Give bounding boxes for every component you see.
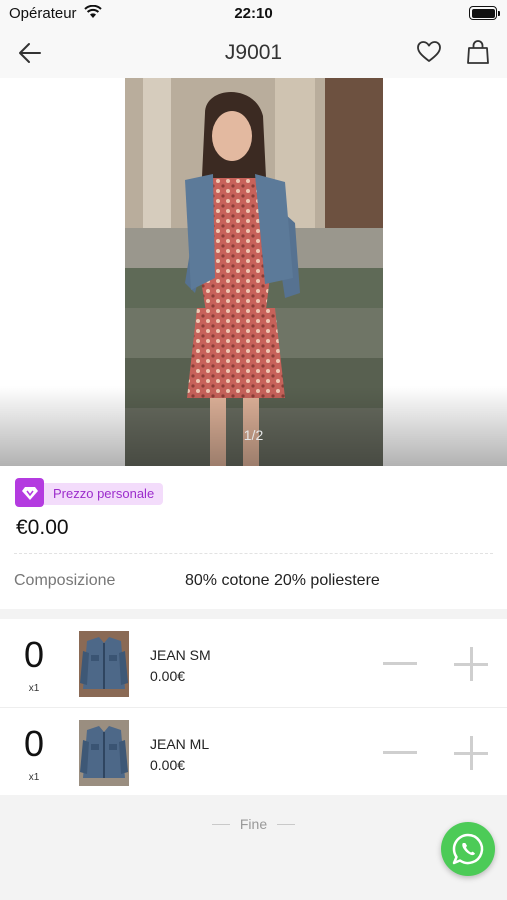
- end-label: Fine: [239, 816, 268, 832]
- variant-list: 0 x1 JEAN SM 0.00€ 0 x1 JEAN ML 0.00€: [0, 619, 507, 795]
- quantity-unit: x1: [28, 683, 40, 694]
- variant-row: 0 x1 JEAN SM 0.00€: [0, 619, 507, 707]
- composition-label: Composizione: [14, 572, 116, 589]
- product-image-gallery[interactable]: 1/2: [0, 78, 507, 466]
- navigation-bar: J9001: [0, 28, 507, 78]
- whatsapp-icon: [452, 833, 484, 865]
- composition-value: 80% cotone 20% poliestere: [185, 572, 380, 589]
- divider: [14, 553, 493, 554]
- variant-price: 0.00€: [150, 757, 186, 773]
- variant-name: JEAN SM: [150, 647, 211, 663]
- increase-quantity-button[interactable]: [454, 736, 488, 770]
- variant-thumbnail: [79, 631, 129, 697]
- decrease-quantity-button[interactable]: [383, 737, 417, 767]
- quantity-value: 0: [23, 723, 45, 764]
- product-price: €0.00: [16, 516, 69, 539]
- list-end-marker: Fine: [0, 816, 507, 832]
- divider: [277, 823, 296, 825]
- battery-icon: [469, 6, 500, 20]
- diamond-icon: [15, 478, 44, 507]
- quantity-value: 0: [23, 634, 45, 675]
- whatsapp-button[interactable]: [441, 822, 495, 876]
- shopping-bag-icon[interactable]: [466, 39, 490, 65]
- variant-thumbnail: [79, 720, 129, 786]
- image-shade: [0, 386, 507, 466]
- back-arrow-icon[interactable]: [16, 40, 44, 66]
- increase-quantity-button[interactable]: [454, 647, 488, 681]
- status-bar: Opérateur 22:10: [0, 0, 507, 28]
- decrease-quantity-button[interactable]: [383, 648, 417, 678]
- personal-price-badge: Prezzo personale: [44, 483, 164, 505]
- divider: [211, 823, 230, 825]
- variant-name: JEAN ML: [150, 736, 210, 752]
- variant-row: 0 x1 JEAN ML 0.00€: [0, 707, 507, 795]
- heart-icon[interactable]: [416, 39, 442, 65]
- product-info-panel: Prezzo personale €0.00 Composizione 80% …: [0, 466, 507, 609]
- clock: 22:10: [234, 5, 273, 22]
- quantity-unit: x1: [28, 772, 40, 783]
- gallery-page-indicator: 1/2: [243, 427, 264, 443]
- variant-price: 0.00€: [150, 668, 186, 684]
